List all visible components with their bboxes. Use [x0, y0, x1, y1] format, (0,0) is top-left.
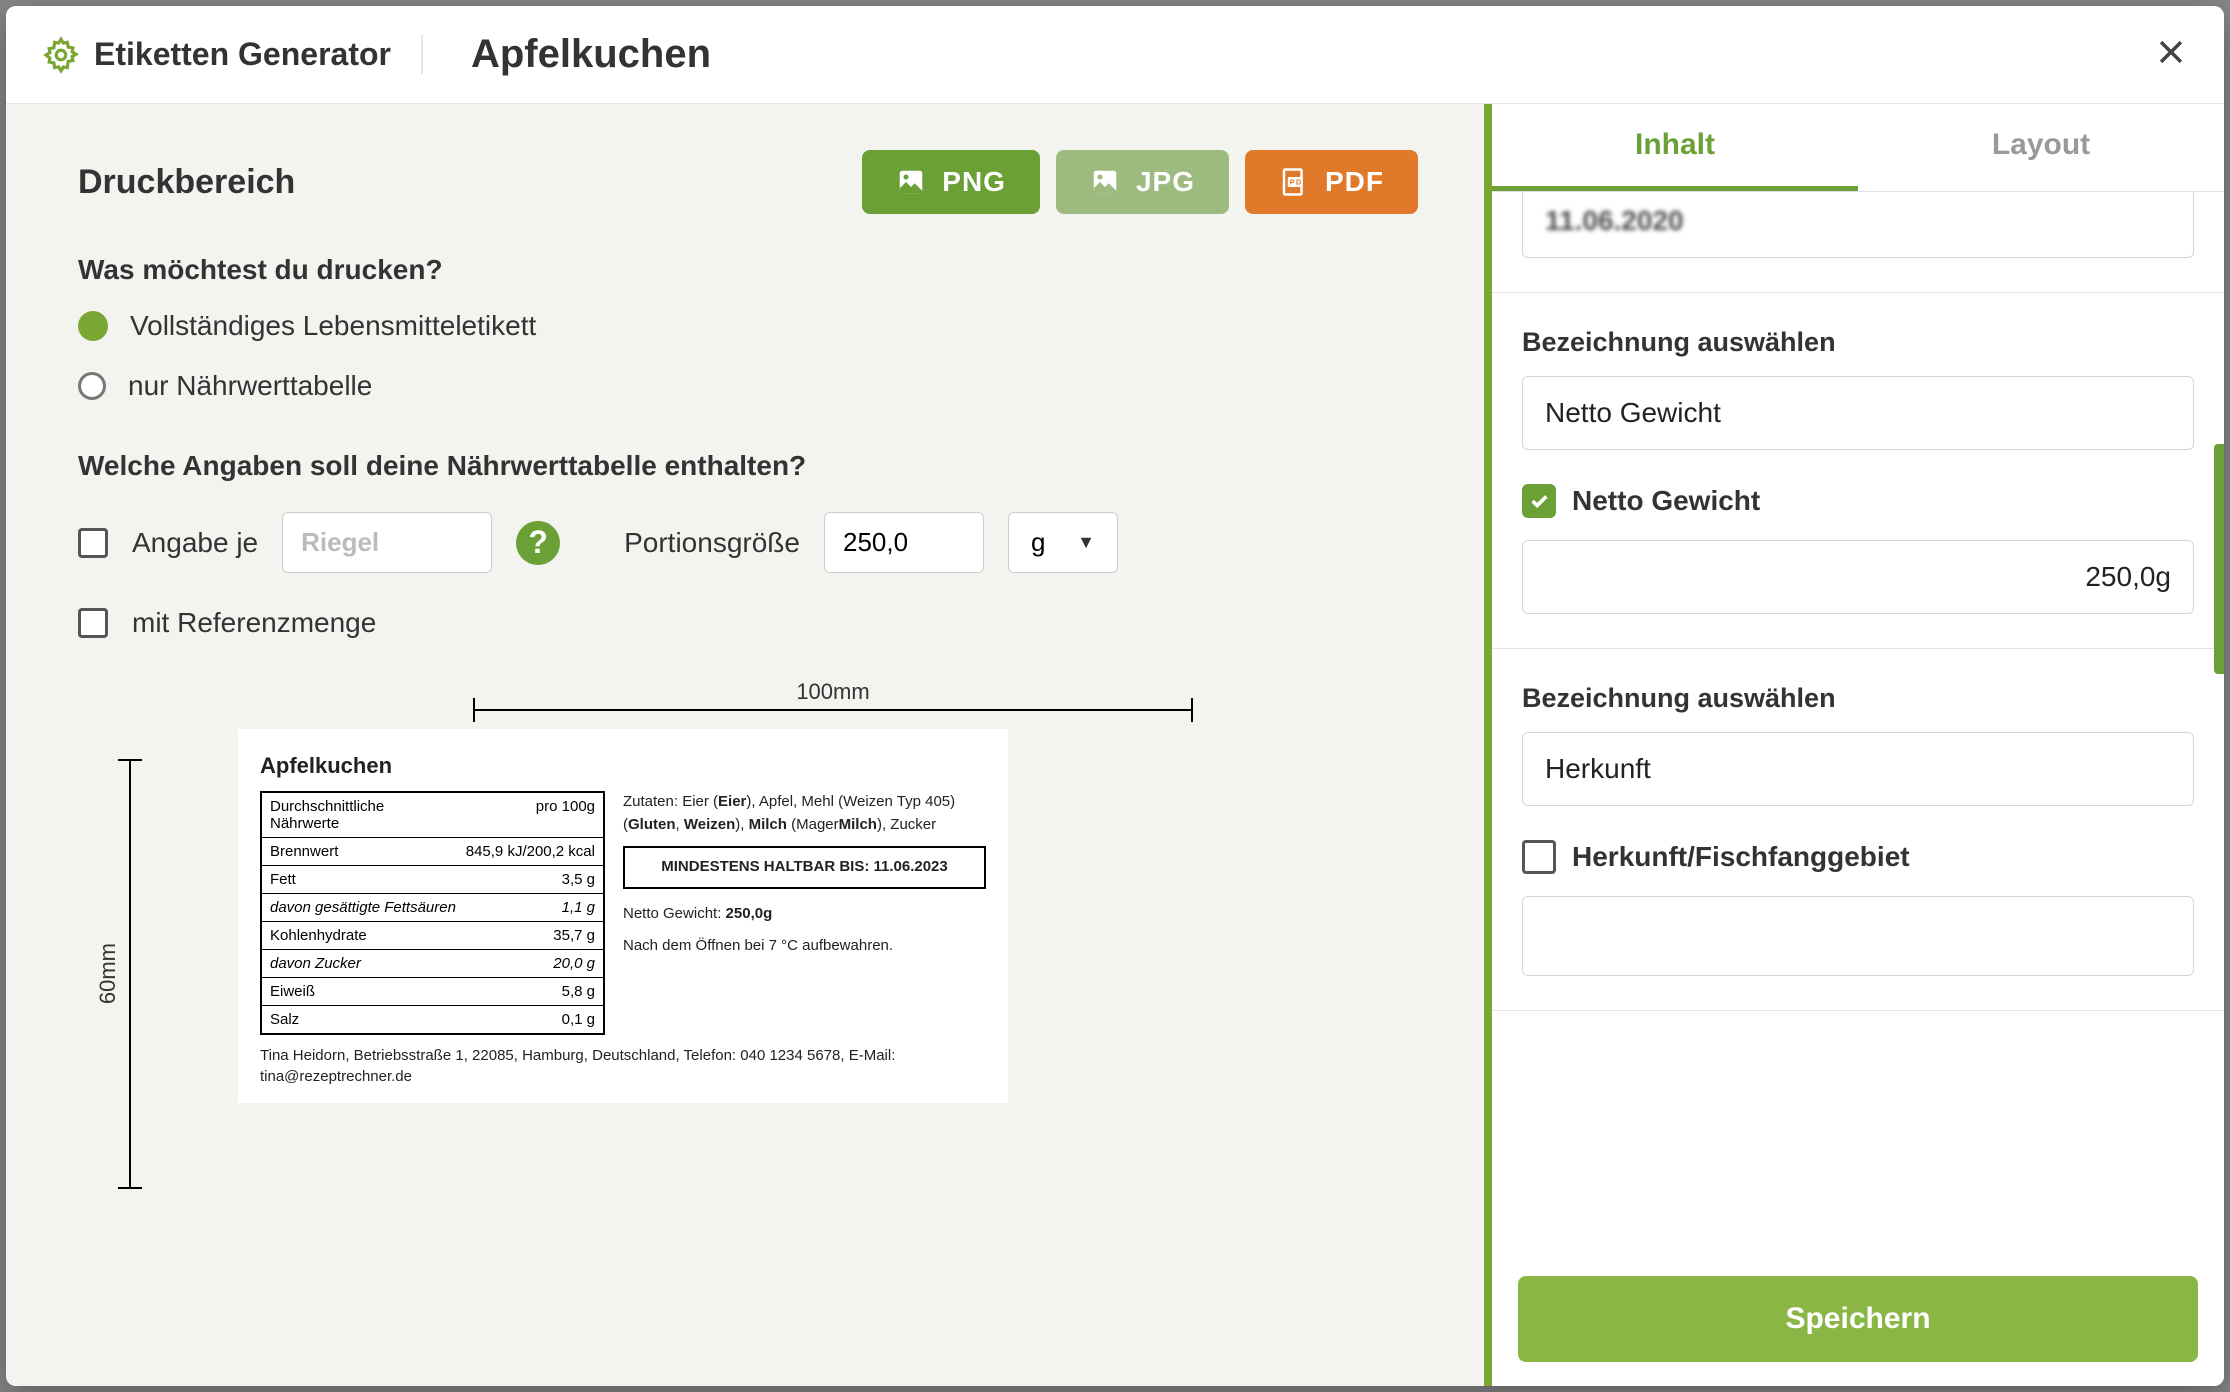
divider	[1492, 1010, 2224, 1011]
vertical-ruler: 60mm	[78, 759, 148, 1189]
table-row: Kohlenhydrate 35,7 g	[262, 922, 603, 950]
settings-scroll[interactable]: 11.06.2020 Bezeichnung auswählen Netto G…	[1492, 192, 2224, 1258]
vertical-ruler-label: 60mm	[95, 943, 121, 1004]
nutrition-table: Durchschnittliche Nährwerte pro 100g Bre…	[260, 791, 605, 1035]
table-header-label: Durchschnittliche Nährwerte	[270, 798, 450, 832]
portion-size-label: Portionsgröße	[624, 527, 800, 559]
divider	[1492, 648, 2224, 649]
netto-select-input[interactable]: Netto Gewicht	[1522, 376, 2194, 450]
label-preview-area: 60mm 100mm Apfelkuchen Du	[78, 679, 1418, 1189]
herkunft-check-label: Herkunft/Fischfanggebiet	[1572, 841, 1910, 873]
image-icon	[1090, 167, 1120, 197]
save-button[interactable]: Speichern	[1518, 1276, 2198, 1362]
section-title-druckbereich: Druckbereich	[78, 163, 295, 202]
horizontal-ruler-label: 100mm	[796, 679, 869, 705]
date-input-cutoff[interactable]: 11.06.2020	[1522, 192, 2194, 258]
export-jpg-button[interactable]: JPG	[1056, 150, 1229, 214]
nutrition-options-question: Welche Angaben soll deine Nährwerttabell…	[78, 450, 1418, 482]
unit-value: g	[1031, 527, 1045, 558]
checkbox-unchecked-icon	[1522, 840, 1556, 874]
check-icon	[1528, 490, 1550, 512]
chevron-down-icon: ▼	[1077, 532, 1095, 553]
radio-selected-icon	[78, 311, 108, 341]
table-row: Eiweiß 5,8 g	[262, 978, 603, 1006]
netto-gewicht-checkbox-row[interactable]: Netto Gewicht	[1522, 484, 2194, 518]
reference-row: mit Referenzmenge	[78, 607, 1418, 639]
tab-bar: Inhalt Layout	[1492, 104, 2224, 192]
export-png-label: PNG	[942, 166, 1006, 198]
vertical-ruler-line	[129, 759, 131, 1189]
export-png-button[interactable]: PNG	[862, 150, 1040, 214]
brand-gear-icon	[42, 36, 80, 74]
close-button[interactable]	[2154, 34, 2188, 76]
image-icon	[896, 167, 926, 197]
radio-nutri-only-text: nur Nährwerttabelle	[128, 370, 372, 402]
table-row: davon gesättigte Fettsäuren 1,1 g	[262, 894, 603, 922]
tab-layout[interactable]: Layout	[1858, 104, 2224, 191]
field-label-herkunft-select: Bezeichnung auswählen	[1522, 683, 2194, 714]
label-generator-modal: Etiketten Generator Apfelkuchen Druckber…	[6, 6, 2224, 1386]
table-row: Salz 0,1 g	[262, 1006, 603, 1033]
per-portion-row: Angabe je Riegel ? Portionsgröße 250,0 g…	[78, 512, 1418, 573]
netto-gewicht-check-label: Netto Gewicht	[1572, 485, 1760, 517]
close-icon	[2154, 35, 2188, 69]
export-pdf-button[interactable]: PDF PDF	[1245, 150, 1418, 214]
horizontal-ruler: 100mm	[248, 679, 1418, 711]
radio-full-label-text: Vollständiges Lebensmitteletikett	[130, 310, 536, 342]
brand-title: Etiketten Generator	[94, 35, 423, 73]
contact-footer: Tina Heidorn, Betriebsstraße 1, 22085, H…	[260, 1045, 986, 1087]
per-portion-label: Angabe je	[132, 527, 258, 559]
pane-top-row: Druckbereich PNG JPG PDF PDF	[78, 150, 1418, 214]
checkbox-checked-icon	[1522, 484, 1556, 518]
net-weight-line: Netto Gewicht: 250,0g	[623, 903, 986, 926]
radio-full-label[interactable]: Vollständiges Lebensmitteletikett	[78, 310, 1418, 342]
table-header-value: pro 100g	[536, 798, 595, 832]
reference-checkbox[interactable]	[78, 608, 108, 638]
field-label-netto-select: Bezeichnung auswählen	[1522, 327, 2194, 358]
label-preview: Apfelkuchen Durchschnittliche Nährwerte …	[238, 729, 1008, 1103]
table-row: Brennwert 845,9 kJ/200,2 kcal	[262, 838, 603, 866]
side-scroll-indicator[interactable]	[2214, 444, 2224, 674]
help-button[interactable]: ?	[516, 521, 560, 565]
pdf-icon: PDF	[1279, 167, 1309, 197]
herkunft-select-input[interactable]: Herkunft	[1522, 732, 2194, 806]
radio-unselected-icon	[78, 372, 106, 400]
table-row: Fett 3,5 g	[262, 866, 603, 894]
recipe-title: Apfelkuchen	[471, 32, 711, 77]
svg-text:PDF: PDF	[1290, 178, 1309, 187]
table-row: davon Zucker 20,0 g	[262, 950, 603, 978]
table-row: Durchschnittliche Nährwerte pro 100g	[262, 793, 603, 838]
label-info-column: Zutaten: Eier (Eier), Apfel, Mehl (Weize…	[623, 791, 986, 1035]
per-portion-checkbox[interactable]	[78, 528, 108, 558]
settings-pane: Inhalt Layout 11.06.2020 Bezeichnung aus…	[1484, 104, 2224, 1386]
tab-content[interactable]: Inhalt	[1492, 104, 1858, 191]
herkunft-input[interactable]	[1522, 896, 2194, 976]
best-before-box: MINDESTENS HALTBAR BIS: 11.06.2023	[623, 846, 986, 889]
divider	[1492, 292, 2224, 293]
unit-select[interactable]: g ▼	[1008, 512, 1118, 573]
print-area-pane: Druckbereich PNG JPG PDF PDF	[6, 104, 1484, 1386]
help-icon: ?	[528, 524, 548, 561]
per-portion-input[interactable]: Riegel	[282, 512, 492, 573]
save-bar: Speichern	[1492, 1258, 2224, 1386]
export-buttons: PNG JPG PDF PDF	[862, 150, 1418, 214]
export-jpg-label: JPG	[1136, 166, 1195, 198]
preview-title: Apfelkuchen	[260, 753, 986, 779]
print-question: Was möchtest du drucken?	[78, 254, 1418, 286]
export-pdf-label: PDF	[1325, 166, 1384, 198]
herkunft-checkbox-row[interactable]: Herkunft/Fischfanggebiet	[1522, 840, 2194, 874]
ingredients-text: Zutaten: Eier (Eier), Apfel, Mehl (Weize…	[623, 791, 986, 836]
modal-body: Druckbereich PNG JPG PDF PDF	[6, 104, 2224, 1386]
portion-size-input[interactable]: 250,0	[824, 512, 984, 573]
netto-gewicht-input[interactable]: 250,0g	[1522, 540, 2194, 614]
preview-column: 100mm Apfelkuchen Durchschnittliche Nähr…	[178, 679, 1418, 1189]
reference-label: mit Referenzmenge	[132, 607, 376, 639]
radio-nutrition-only[interactable]: nur Nährwerttabelle	[78, 370, 1418, 402]
modal-header: Etiketten Generator Apfelkuchen	[6, 6, 2224, 104]
horizontal-ruler-line	[473, 709, 1193, 711]
storage-line: Nach dem Öffnen bei 7 °C aufbewahren.	[623, 935, 986, 958]
